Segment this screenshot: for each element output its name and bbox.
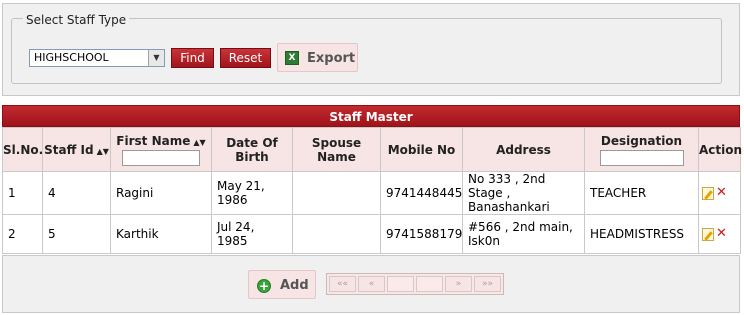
table-row: 1 4 Ragini May 21, 1986 9741448445 No 33… xyxy=(2,171,741,215)
add-label: Add xyxy=(280,278,309,293)
staff-type-select[interactable]: HIGHSCHOOL ▼ xyxy=(29,49,165,67)
cell-dob: Jul 24, 1985 xyxy=(211,214,293,254)
cell-mobile: 9741448445 xyxy=(380,171,463,215)
grid-caption: Staff Master xyxy=(2,105,740,127)
cell-sl-no: 2 xyxy=(2,214,43,254)
col-dob: Date Of Birth xyxy=(211,127,293,172)
col-designation-label: Designation xyxy=(600,133,683,148)
cell-staff-id: 5 xyxy=(42,214,111,254)
cell-designation: TEACHER xyxy=(584,171,699,215)
col-first-name-label: First Name xyxy=(116,133,191,148)
edit-icon[interactable] xyxy=(702,227,714,241)
pager-page-field[interactable] xyxy=(387,276,414,292)
pager-first-button[interactable]: «« xyxy=(329,276,356,292)
export-label: Export xyxy=(307,51,356,66)
col-mobile: Mobile No xyxy=(380,127,463,172)
cell-first-name: Karthik xyxy=(110,214,212,254)
col-address: Address xyxy=(462,127,585,172)
col-staff-id[interactable]: Staff Id ▲▼ xyxy=(42,127,111,172)
footer-panel: + Add «« « » »» xyxy=(2,255,740,313)
pager-prev-button[interactable]: « xyxy=(358,276,385,292)
excel-icon: X xyxy=(285,51,299,65)
staff-type-legend: Select Staff Type xyxy=(23,13,130,27)
cell-address: No 333 , 2nd Stage , Banashankari xyxy=(462,171,585,215)
cell-address: #566 , 2nd main, Isk0n xyxy=(462,214,585,254)
pager-page-field[interactable] xyxy=(416,276,443,292)
staff-table: Sl.No. Staff Id ▲▼ First Name ▲▼ Date Of B… xyxy=(2,127,743,254)
cell-spouse xyxy=(292,214,381,254)
pager-last-button[interactable]: »» xyxy=(474,276,501,292)
col-staff-id-label: Staff Id xyxy=(44,142,94,157)
cell-mobile: 9741588179 xyxy=(380,214,463,254)
delete-icon[interactable]: ✕ xyxy=(716,227,727,241)
table-row: 2 5 Karthik Jul 24, 1985 9741588179 #566… xyxy=(2,214,741,254)
pager: «« « » »» xyxy=(326,273,504,295)
find-button[interactable]: Find xyxy=(171,48,214,68)
col-mobile-label: Mobile No xyxy=(387,142,456,157)
col-action-label: Action xyxy=(699,142,743,157)
col-address-label: Address xyxy=(496,142,551,157)
designation-filter-input[interactable] xyxy=(599,149,684,166)
sort-icon[interactable]: ▲▼ xyxy=(193,138,205,147)
cell-staff-id: 4 xyxy=(42,171,111,215)
first-name-filter-input[interactable] xyxy=(122,149,200,166)
pager-next-button[interactable]: » xyxy=(445,276,472,292)
cell-spouse xyxy=(292,171,381,215)
staff-type-value: HIGHSCHOOL xyxy=(34,51,109,64)
delete-icon[interactable]: ✕ xyxy=(716,186,727,200)
cell-sl-no: 1 xyxy=(2,171,43,215)
add-icon: + xyxy=(257,279,271,293)
add-button[interactable]: + Add xyxy=(248,270,316,299)
staff-master-grid: Staff Master Sl.No. Staff Id ▲▼ First Nam… xyxy=(2,105,743,254)
edit-icon[interactable] xyxy=(702,186,714,200)
cell-actions: ✕ xyxy=(698,214,741,254)
cell-dob: May 21, 1986 xyxy=(211,171,293,215)
col-sl-no: Sl.No. xyxy=(2,127,44,172)
sort-icon[interactable]: ▲▼ xyxy=(97,147,109,156)
col-spouse: Spouse Name xyxy=(292,127,381,172)
cell-first-name: Ragini xyxy=(110,171,212,215)
col-dob-label: Date Of Birth xyxy=(226,135,278,164)
chevron-down-icon[interactable]: ▼ xyxy=(148,50,164,66)
col-first-name[interactable]: First Name ▲▼ xyxy=(110,127,212,172)
cell-designation: HEADMISTRESS xyxy=(584,214,699,254)
header-row: Sl.No. Staff Id ▲▼ First Name ▲▼ Date Of B… xyxy=(2,127,743,172)
col-spouse-label: Spouse Name xyxy=(311,135,362,164)
col-designation: Designation xyxy=(584,127,699,172)
col-action: Action xyxy=(698,127,743,172)
col-sl-no-label: Sl.No. xyxy=(3,142,44,157)
reset-button[interactable]: Reset xyxy=(220,48,271,68)
cell-actions: ✕ xyxy=(698,171,741,215)
export-button[interactable]: X Export xyxy=(277,43,358,72)
